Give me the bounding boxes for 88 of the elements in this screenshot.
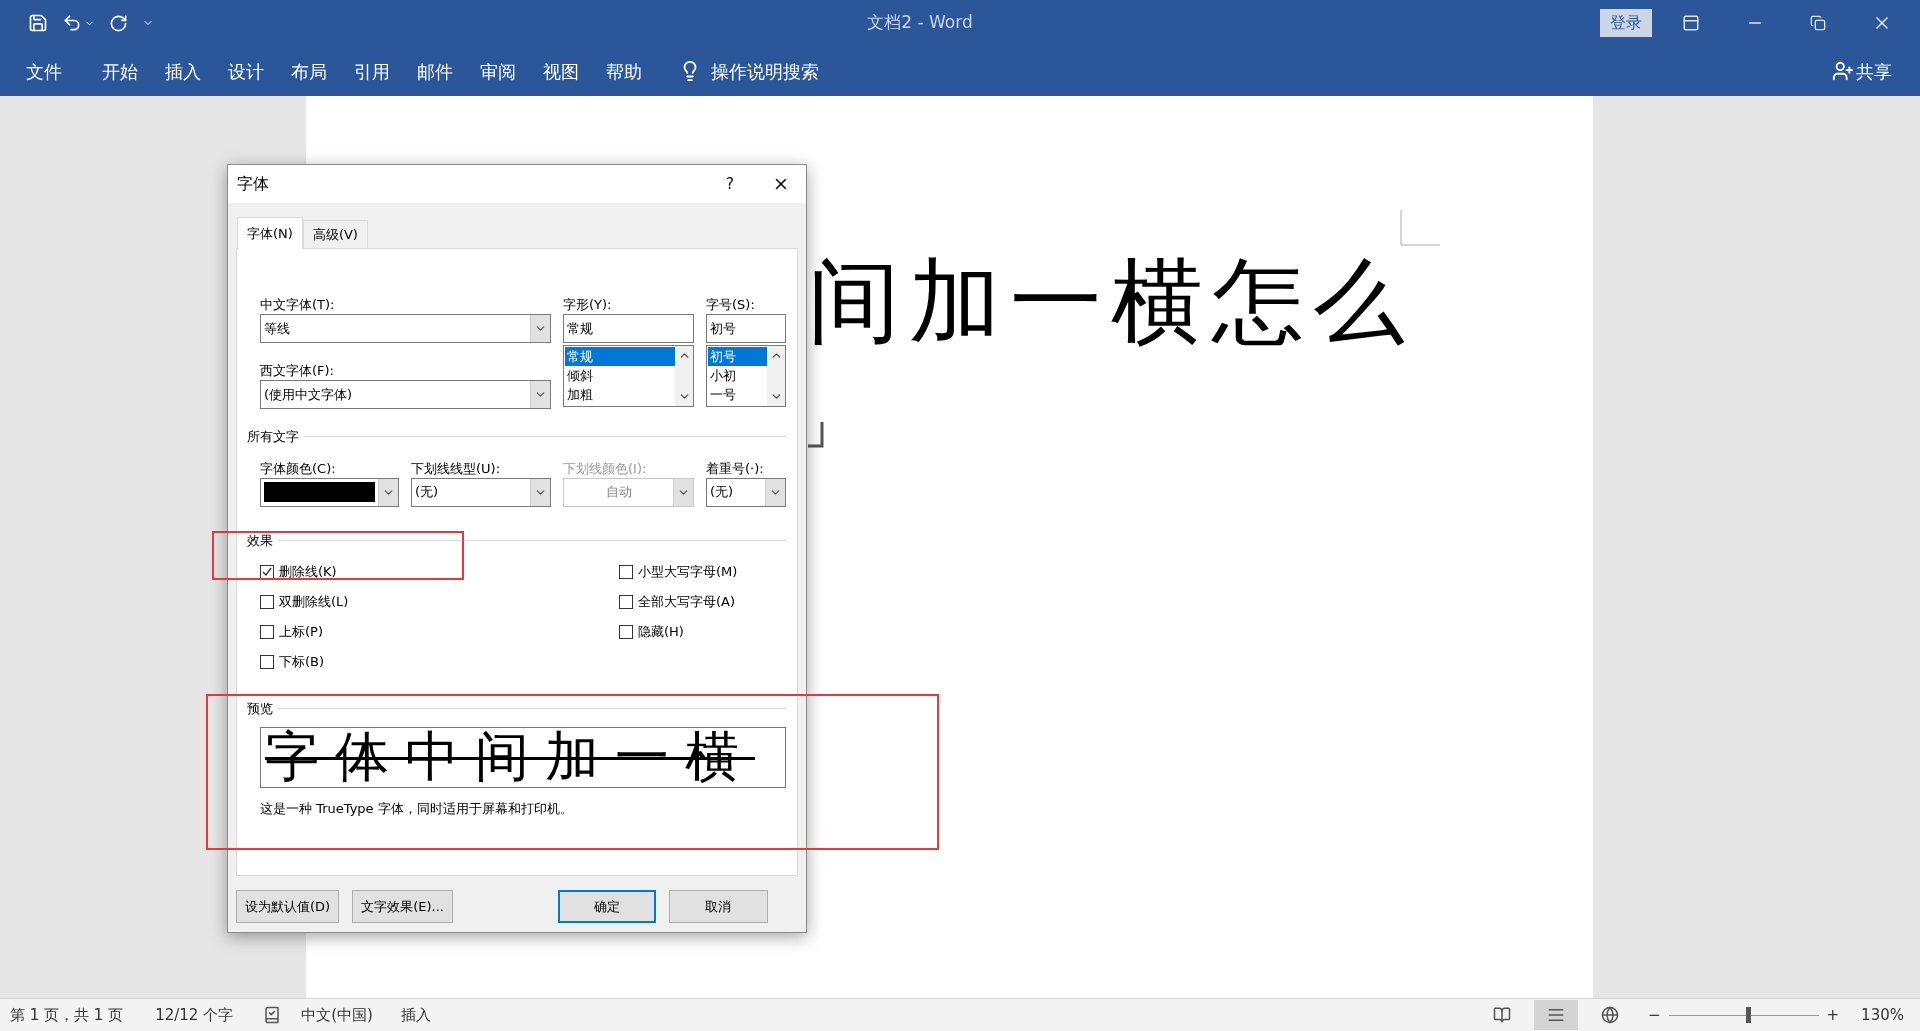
dialog-button[interactable]: 取消: [668, 890, 768, 923]
checkbox-label[interactable]: 隐藏(H): [638, 622, 684, 642]
scrollbar[interactable]: [767, 346, 785, 406]
sign-in-button[interactable]: 登录: [1600, 9, 1652, 37]
dialog-tab[interactable]: 高级(V): [302, 220, 368, 248]
input-field[interactable]: 常规: [563, 314, 694, 343]
list-item[interactable]: 一号: [708, 385, 767, 404]
save-icon[interactable]: [28, 13, 48, 33]
restore-icon[interactable]: [1810, 15, 1826, 31]
ribbon-tab[interactable]: 布局: [291, 57, 327, 85]
checkbox[interactable]: [260, 565, 274, 579]
field-label: 中文字体(T):: [260, 296, 336, 312]
list-item[interactable]: 初号: [708, 347, 767, 366]
checkbox-label[interactable]: 小型大写字母(M): [638, 562, 738, 582]
ribbon-tab[interactable]: 邮件: [417, 57, 453, 85]
dropdown[interactable]: (无): [706, 477, 786, 507]
zoom-in-button[interactable]: +: [1826, 1003, 1840, 1027]
ribbon-tab[interactable]: 帮助: [606, 57, 642, 85]
list-item[interactable]: 倾斜: [565, 366, 675, 385]
ribbon-display-icon[interactable]: [1682, 14, 1700, 32]
field-label: 西文字体(F):: [260, 362, 335, 378]
read-view-icon: [1492, 1006, 1511, 1024]
print-view-button[interactable]: [1533, 1000, 1578, 1030]
ribbon-tab[interactable]: 插入: [165, 57, 201, 85]
checkbox-label[interactable]: 上标(P): [279, 622, 323, 642]
crop-mark-icon: [1400, 210, 1440, 246]
window-title: 文档2 - Word: [867, 11, 973, 35]
checkbox-label[interactable]: 双删除线(L): [279, 592, 349, 612]
dialog-button[interactable]: 文字效果(E)...: [352, 890, 453, 923]
list-item[interactable]: 小初: [708, 366, 767, 385]
ribbon-tab[interactable]: 设计: [228, 57, 264, 85]
checkbox[interactable]: [260, 625, 274, 639]
share-icon[interactable]: [1832, 60, 1854, 82]
slider-thumb[interactable]: [1746, 1007, 1751, 1023]
color-dropdown[interactable]: [260, 477, 399, 507]
ribbon-tab[interactable]: 引用: [354, 57, 390, 85]
zoom-out-button[interactable]: −: [1647, 1003, 1661, 1027]
document-text: 间加一横怎么: [808, 248, 1414, 355]
redo-icon[interactable]: [109, 13, 128, 33]
crop-mark-icon: [808, 422, 824, 448]
help-button[interactable]: ?: [726, 172, 734, 196]
zoom-level[interactable]: 130%: [1861, 1003, 1904, 1027]
dialog-button[interactable]: 确定: [557, 890, 656, 923]
dialog-tab[interactable]: 字体(N): [237, 217, 303, 249]
checkbox[interactable]: [619, 625, 633, 639]
page-count[interactable]: 第 1 页，共 1 页: [10, 1003, 124, 1027]
zoom-slider[interactable]: [1668, 1007, 1819, 1023]
checkbox-label[interactable]: 删除线(K): [279, 562, 337, 582]
dialog-button[interactable]: 设为默认值(D): [236, 890, 340, 923]
checkbox[interactable]: [619, 565, 633, 579]
word-count[interactable]: 12/12 个字: [155, 1003, 234, 1027]
ribbon-tab[interactable]: 审阅: [480, 57, 516, 85]
checkbox[interactable]: [619, 595, 633, 609]
input-field[interactable]: 初号: [706, 314, 786, 343]
section-heading: 预览: [247, 700, 273, 718]
checkbox[interactable]: [260, 655, 274, 669]
check-icon: [262, 567, 272, 577]
field-label: 字形(Y):: [563, 296, 613, 312]
field-label: 下划线线型(U):: [411, 459, 502, 476]
field-label: 字号(S):: [706, 296, 756, 312]
ribbon-tab[interactable]: 视图: [543, 57, 579, 85]
list-item[interactable]: 加粗: [565, 385, 675, 404]
field-label: 字体颜色(C):: [260, 459, 337, 476]
field-label: 着重号(·):: [706, 459, 765, 476]
chinese-font-dropdown[interactable]: 等线: [260, 314, 551, 343]
section-heading: 效果: [247, 531, 273, 550]
list-item[interactable]: 常规: [565, 347, 675, 366]
checkbox-label[interactable]: 全部大写字母(A): [638, 592, 736, 612]
checkbox[interactable]: [260, 595, 274, 609]
proofing-icon[interactable]: [263, 1006, 282, 1024]
insert-mode[interactable]: 插入: [400, 1003, 431, 1027]
language[interactable]: 中文(中国): [301, 1003, 373, 1027]
ribbon-tab[interactable]: 文件: [26, 57, 62, 85]
print-view-icon: [1546, 1006, 1565, 1024]
dropdown[interactable]: (无): [411, 477, 551, 507]
tell-me-search[interactable]: 操作说明搜索: [711, 57, 819, 85]
undo-icon[interactable]: [62, 13, 82, 33]
scrollbar[interactable]: [675, 346, 693, 406]
field-label: 下划线颜色(I):: [563, 459, 648, 476]
web-view-icon: [1600, 1006, 1619, 1024]
share-button[interactable]: 共享: [1856, 57, 1892, 85]
dialog-title: 字体: [237, 173, 270, 195]
ribbon-tab[interactable]: 开始: [102, 57, 138, 85]
western-font-dropdown[interactable]: (使用中文字体): [260, 380, 551, 409]
preview-note: 这是一种 TrueType 字体，同时适用于屏幕和打印机。: [260, 799, 574, 818]
section-heading: 所有文字: [247, 428, 299, 446]
checkbox-label[interactable]: 下标(B): [279, 652, 325, 672]
preview-text: 字体中间加一横: [265, 729, 755, 785]
